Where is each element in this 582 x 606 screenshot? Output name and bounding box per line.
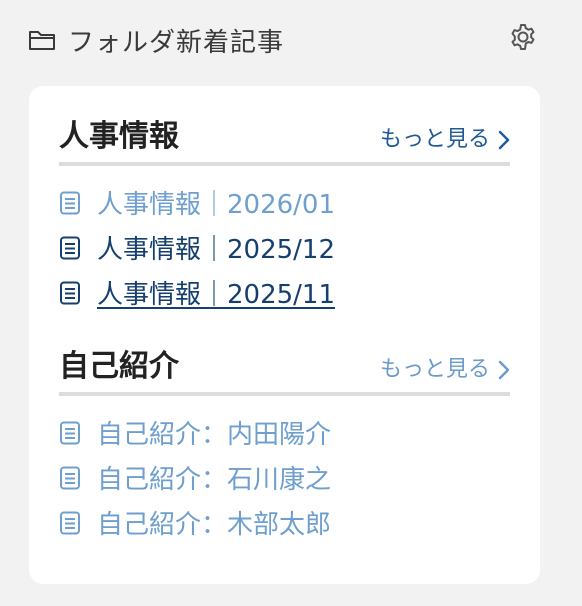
section-jinji: 人事情報 もっと見る 人事情報｜2026/01 人事情報｜2025/12 人事情… xyxy=(59,116,510,315)
articles-card: 人事情報 もっと見る 人事情報｜2026/01 人事情報｜2025/12 人事情… xyxy=(29,86,540,584)
section-header: 人事情報 もっと見る xyxy=(59,116,510,166)
article-link[interactable]: 自己紹介：内田陽介 xyxy=(59,410,510,455)
article-link[interactable]: 自己紹介：木部太郎 xyxy=(59,500,510,545)
article-title: 人事情報｜2025/12 xyxy=(97,235,336,265)
document-icon xyxy=(59,281,81,305)
widget-title: フォルダ新着記事 xyxy=(68,27,285,58)
document-icon xyxy=(59,191,81,215)
section-header: 自己紹介 もっと見る xyxy=(59,346,510,396)
chevron-right-icon xyxy=(498,360,510,380)
section-title: 自己紹介 xyxy=(59,349,179,384)
folder-icon xyxy=(28,28,56,52)
article-title: 自己紹介：内田陽介 xyxy=(97,420,332,450)
article-title: 人事情報｜2025/11 xyxy=(97,280,336,310)
article-title: 人事情報｜2026/01 xyxy=(97,190,336,220)
article-link[interactable]: 自己紹介：石川康之 xyxy=(59,455,510,500)
article-title: 自己紹介：木部太郎 xyxy=(97,510,332,540)
gear-icon[interactable] xyxy=(506,20,540,54)
more-link-label: もっと見る xyxy=(379,357,490,382)
document-icon xyxy=(59,466,81,490)
article-link[interactable]: 人事情報｜2026/01 xyxy=(59,180,510,225)
article-link[interactable]: 人事情報｜2025/11 xyxy=(59,270,510,315)
section-jiko-shokai: 自己紹介 もっと見る 自己紹介：内田陽介 自己紹介：石川康之 自己紹介：木部太郎 xyxy=(59,346,510,545)
section-title: 人事情報 xyxy=(59,119,179,154)
chevron-right-icon xyxy=(498,130,510,150)
article-list: 人事情報｜2026/01 人事情報｜2025/12 人事情報｜2025/11 xyxy=(59,180,510,315)
document-icon xyxy=(59,421,81,445)
more-link-label: もっと見る xyxy=(379,127,490,152)
document-icon xyxy=(59,511,81,535)
folder-new-articles-widget: フォルダ新着記事 人事情報 もっと見る 人事情報｜2026/01 人事情報｜20… xyxy=(0,0,582,606)
more-link[interactable]: もっと見る xyxy=(380,126,510,154)
article-list: 自己紹介：内田陽介 自己紹介：石川康之 自己紹介：木部太郎 xyxy=(59,410,510,545)
article-link[interactable]: 人事情報｜2025/12 xyxy=(59,225,510,270)
document-icon xyxy=(59,236,81,260)
widget-header: フォルダ新着記事 xyxy=(28,18,542,62)
more-link[interactable]: もっと見る xyxy=(380,356,510,384)
article-title: 自己紹介：石川康之 xyxy=(97,465,332,495)
